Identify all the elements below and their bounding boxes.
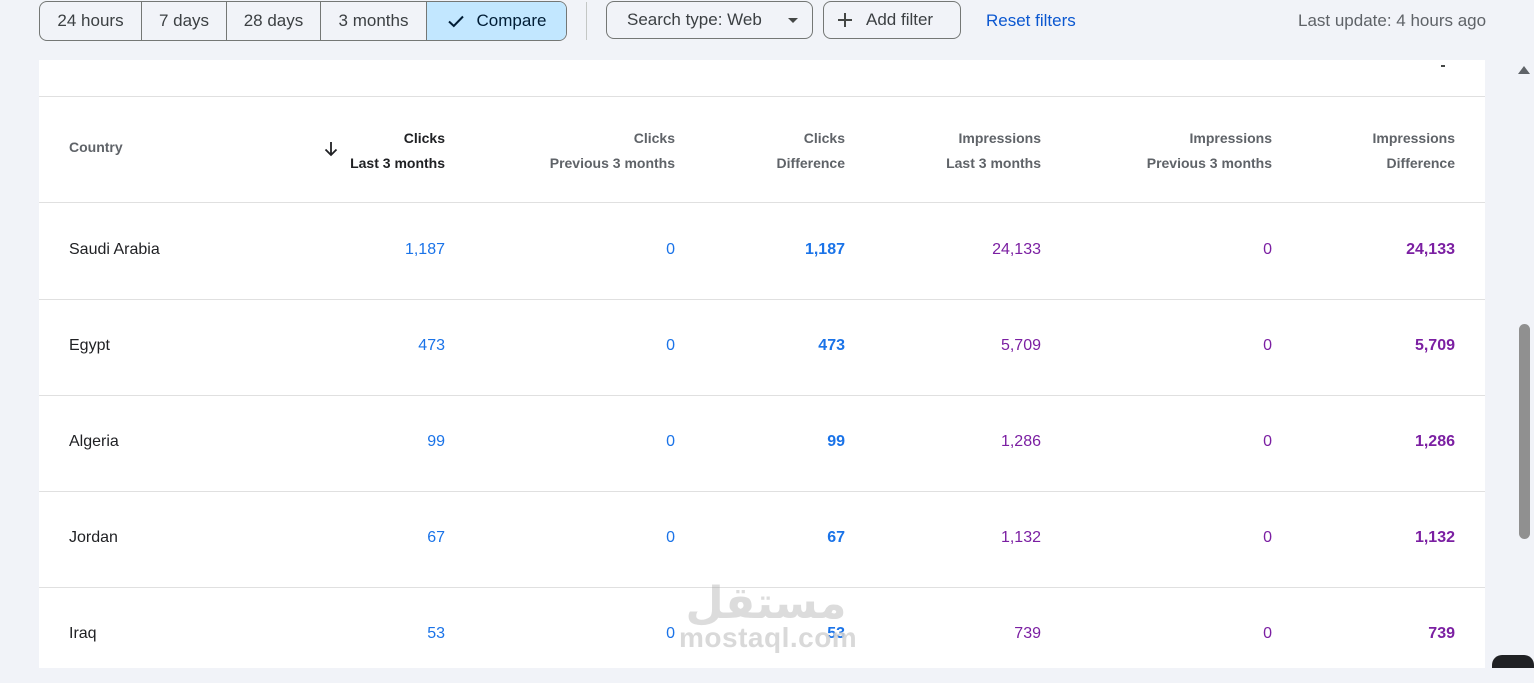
impressions-diff-cell: 739 bbox=[1428, 625, 1455, 642]
impressions-last-cell: 1,286 bbox=[1000, 433, 1041, 450]
impressions-previous-3-months-header[interactable]: Impressions Previous 3 months bbox=[1147, 126, 1272, 176]
table-header: Country Clicks Last 3 months Clicks Prev… bbox=[39, 96, 1485, 203]
clicks-difference-header[interactable]: Clicks Difference bbox=[777, 126, 845, 176]
impressions-last-cell: 5,709 bbox=[1000, 337, 1041, 354]
impressions-last-cell: 24,133 bbox=[992, 241, 1041, 258]
impressions-prev-cell: 0 bbox=[1263, 529, 1272, 546]
clicks-prev-cell: 0 bbox=[666, 625, 675, 642]
header-line-1: Impressions bbox=[1189, 130, 1272, 146]
scroll-up-arrow[interactable] bbox=[1518, 66, 1530, 74]
table-row[interactable]: Jordan 67 0 67 1,132 0 1,132 bbox=[39, 491, 1485, 588]
arrow-down-icon[interactable] bbox=[322, 140, 340, 158]
clicks-diff-cell: 67 bbox=[827, 529, 845, 546]
table-row[interactable]: Egypt 473 0 473 5,709 0 5,709 bbox=[39, 299, 1485, 396]
last-update-text: Last update: 4 hours ago bbox=[1298, 11, 1487, 30]
svg-text:مستقل: مستقل bbox=[686, 578, 847, 628]
table-row[interactable]: Algeria 99 0 99 1,286 0 1,286 bbox=[39, 395, 1485, 492]
watermark-logo: مستقل bbox=[676, 576, 856, 629]
header-line-1: Clicks bbox=[403, 130, 445, 146]
clicks-last-cell: 1,187 bbox=[404, 241, 445, 258]
country-cell: Iraq bbox=[69, 625, 97, 642]
header-line-1: Clicks bbox=[633, 130, 675, 146]
clicks-diff-cell: 99 bbox=[827, 433, 845, 450]
impressions-difference-header[interactable]: Impressions Difference bbox=[1373, 126, 1455, 176]
impressions-prev-cell: 0 bbox=[1263, 433, 1272, 450]
table-row[interactable]: Saudi Arabia 1,187 0 1,187 24,133 0 24,1… bbox=[39, 203, 1485, 300]
search-type-label: Search type: Web bbox=[627, 10, 762, 29]
date-range-toolbar: 24 hours 7 days 28 days 3 months Compare… bbox=[0, 0, 1534, 60]
impressions-diff-cell: 1,132 bbox=[1414, 529, 1455, 546]
header-line-2: Previous 3 months bbox=[549, 155, 675, 171]
impressions-diff-cell: 5,709 bbox=[1414, 337, 1455, 354]
reset-filters-link[interactable]: Reset filters bbox=[986, 11, 1076, 31]
add-filter-button[interactable]: Add filter bbox=[823, 1, 961, 39]
top-bar-marker bbox=[1441, 65, 1445, 67]
country-cell: Jordan bbox=[69, 529, 118, 546]
range-7-days-button[interactable]: 7 days bbox=[142, 2, 227, 40]
clicks-last-3-months-header[interactable]: Clicks Last 3 months bbox=[350, 126, 445, 176]
country-cell: Egypt bbox=[69, 337, 110, 354]
impressions-prev-cell: 0 bbox=[1263, 337, 1272, 354]
impressions-last-cell: 1,132 bbox=[1000, 529, 1041, 546]
clicks-prev-cell: 0 bbox=[666, 529, 675, 546]
range-28-days-button[interactable]: 28 days bbox=[227, 2, 321, 40]
caret-down-icon bbox=[788, 18, 798, 23]
watermark-text: mostaql.com bbox=[679, 622, 858, 653]
date-range-selector: 24 hours 7 days 28 days 3 months Compare bbox=[39, 1, 567, 41]
impressions-prev-cell: 0 bbox=[1263, 625, 1272, 642]
impressions-diff-cell: 24,133 bbox=[1406, 241, 1455, 258]
card-top-bar bbox=[39, 60, 1485, 97]
header-line-1: Impressions bbox=[1372, 130, 1455, 146]
clicks-prev-cell: 0 bbox=[666, 337, 675, 354]
header-line-1: Impressions bbox=[958, 130, 1041, 146]
scrollbar-thumb[interactable] bbox=[1519, 324, 1530, 539]
clicks-last-cell: 99 bbox=[427, 433, 445, 450]
range-3-months-button[interactable]: 3 months bbox=[321, 2, 427, 40]
country-column-header[interactable]: Country bbox=[69, 139, 123, 155]
country-cell: Algeria bbox=[69, 433, 119, 450]
clicks-last-cell: 473 bbox=[418, 337, 445, 354]
compare-label: Compare bbox=[476, 11, 547, 30]
range-24-hours-button[interactable]: 24 hours bbox=[40, 2, 142, 40]
search-type-dropdown[interactable]: Search type: Web bbox=[606, 1, 813, 39]
check-icon bbox=[447, 12, 465, 30]
clicks-previous-3-months-header[interactable]: Clicks Previous 3 months bbox=[550, 126, 675, 176]
header-line-2: Previous 3 months bbox=[1146, 155, 1272, 171]
header-line-2: Difference bbox=[776, 155, 845, 171]
header-line-1: Clicks bbox=[803, 130, 845, 146]
compare-button[interactable]: Compare bbox=[427, 2, 566, 40]
impressions-diff-cell: 1,286 bbox=[1414, 433, 1455, 450]
add-filter-label: Add filter bbox=[866, 10, 934, 29]
impressions-last-cell: 739 bbox=[1014, 625, 1041, 642]
clicks-prev-cell: 0 bbox=[666, 241, 675, 258]
toolbar-divider bbox=[586, 2, 587, 40]
header-line-2: Last 3 months bbox=[946, 155, 1041, 171]
clicks-diff-cell: 1,187 bbox=[804, 241, 845, 258]
impressions-prev-cell: 0 bbox=[1263, 241, 1272, 258]
clicks-last-cell: 53 bbox=[427, 625, 445, 642]
clicks-prev-cell: 0 bbox=[666, 433, 675, 450]
impressions-last-3-months-header[interactable]: Impressions Last 3 months bbox=[946, 126, 1041, 176]
country-cell: Saudi Arabia bbox=[69, 241, 160, 258]
clicks-last-cell: 67 bbox=[427, 529, 445, 546]
header-line-2: Last 3 months bbox=[350, 155, 445, 171]
clicks-diff-cell: 473 bbox=[818, 337, 845, 354]
header-line-2: Difference bbox=[1386, 155, 1455, 171]
plus-icon bbox=[836, 11, 854, 29]
floating-help-button[interactable] bbox=[1492, 655, 1534, 668]
